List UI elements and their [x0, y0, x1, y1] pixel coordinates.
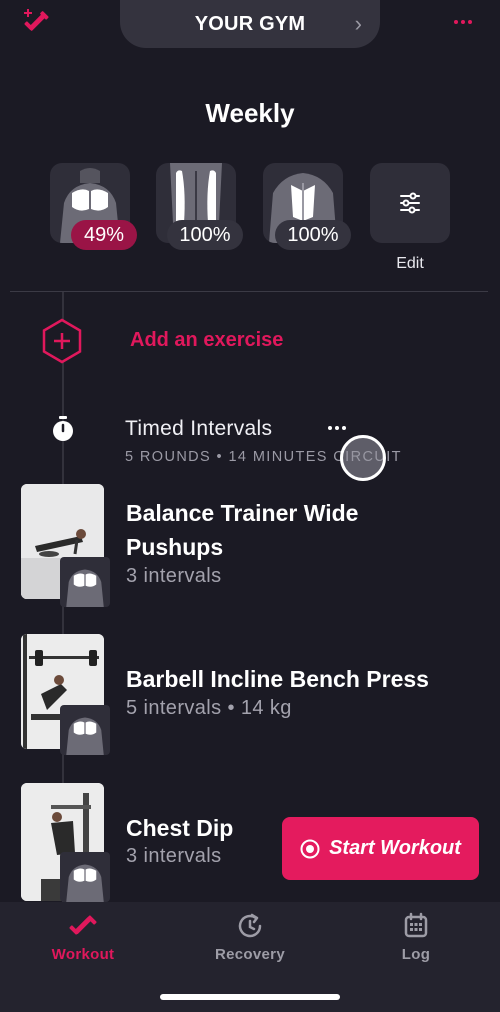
nav-item-recovery[interactable]: Recovery [190, 912, 310, 963]
nav-label-log: Log [401, 946, 431, 963]
nav-item-log[interactable]: Log [356, 912, 476, 963]
add-hexagon-icon[interactable] [40, 317, 84, 365]
divider [10, 291, 488, 292]
chest-muscle-icon [66, 864, 104, 902]
back-percent-badge: 100% [275, 220, 351, 250]
dumbbell-sparkle-icon [24, 9, 49, 31]
exercise-meta: 3 intervals [126, 565, 222, 587]
dumbbell-icon [69, 915, 97, 935]
sliders-icon [400, 192, 420, 214]
nav-item-workout[interactable]: Workout [23, 912, 143, 963]
logo-button[interactable] [18, 5, 58, 39]
more-options-button[interactable] [448, 6, 478, 34]
chest-percent-badge: 49% [71, 220, 137, 250]
gym-name: YOUR GYM [194, 12, 306, 35]
start-workout-button[interactable]: Start Workout [282, 817, 479, 880]
stopwatch-icon [53, 416, 73, 441]
record-icon [300, 839, 320, 858]
exercise-name[interactable]: Chest Dip [126, 811, 233, 845]
chest-muscle-icon [66, 569, 104, 607]
more-dots-icon [326, 417, 347, 435]
weekly-title: Weekly [205, 98, 295, 128]
exercise-meta: 5 intervals • 14 kg [126, 697, 292, 719]
exercise-name-line2[interactable]: Pushups [126, 530, 223, 564]
exercise-muscle-map [60, 852, 110, 902]
exercise-meta: 3 intervals [126, 845, 222, 867]
touch-indicator [340, 435, 386, 481]
exercise-name[interactable]: Balance Trainer Wide [126, 496, 358, 530]
legs-percent-badge: 100% [167, 220, 243, 250]
more-dots-icon [453, 11, 474, 29]
nav-label-workout: Workout [51, 946, 115, 963]
exercise-muscle-map [60, 557, 110, 607]
edit-label: Edit [396, 255, 424, 272]
exercise-muscle-map [60, 705, 110, 755]
home-indicator[interactable] [160, 994, 340, 1000]
calendar-icon [404, 912, 428, 938]
circuit-more-button[interactable] [326, 419, 350, 433]
chest-muscle-icon [66, 717, 104, 755]
nav-label-recovery: Recovery [215, 946, 285, 963]
chevron-right-icon: › [354, 11, 362, 36]
gym-selector[interactable]: YOUR GYM › [120, 0, 380, 48]
start-workout-label: Start Workout [329, 837, 461, 859]
exercise-name[interactable]: Barbell Incline Bench Press [126, 662, 429, 696]
circuit-title: Timed Intervals [125, 417, 273, 440]
recovery-clock-icon [238, 913, 262, 938]
add-exercise-button[interactable]: Add an exercise [130, 329, 283, 352]
edit-muscles-button[interactable] [370, 163, 450, 243]
